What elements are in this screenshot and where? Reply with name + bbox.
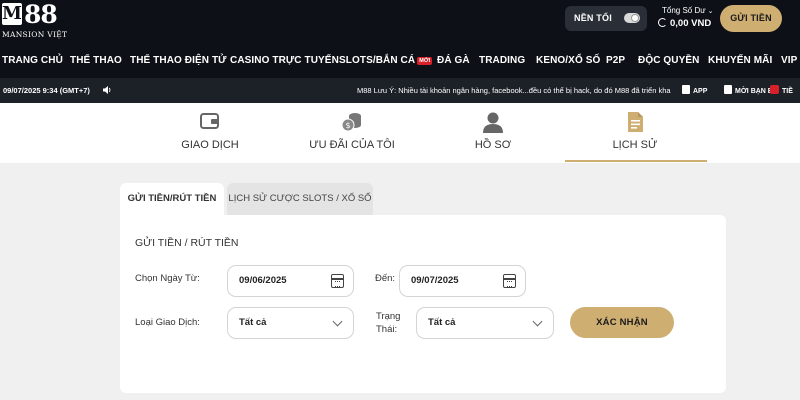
phone-icon xyxy=(682,85,690,94)
nav-item-vip[interactable]: VIP xyxy=(781,55,797,66)
tab-history[interactable]: LỊCH SỬ xyxy=(575,103,695,163)
invite-icon xyxy=(724,85,732,94)
ticker-more-label: TIỀ xyxy=(782,88,793,95)
speaker-icon xyxy=(103,86,111,94)
account-tabs: GIAO DỊCH $ ƯU ĐÃI CỦA TÔI HỒ SƠ LỊCH SỬ xyxy=(0,103,800,163)
wallet-icon xyxy=(200,113,219,129)
dark-mode-label: NỀN TỐI xyxy=(574,13,612,23)
status-select[interactable]: Tất cả xyxy=(416,307,554,339)
tab-transactions[interactable]: GIAO DỊCH xyxy=(150,103,270,163)
gift-icon xyxy=(770,85,779,94)
ticker-bar: 09/07/2025 9:34 (GMT+7) M88 Lưu Ý: Nhiều… xyxy=(0,78,800,103)
transaction-type-label: Loại Giao Dịch: xyxy=(135,317,200,328)
confirm-button[interactable]: XÁC NHẬN xyxy=(570,307,674,338)
calendar-icon[interactable] xyxy=(503,274,516,288)
to-date-value: 09/07/2025 xyxy=(411,275,459,286)
status-label-line2: Thái: xyxy=(376,324,398,335)
nav-item-trading[interactable]: TRADING xyxy=(479,55,525,66)
tab-my-offers[interactable]: $ ƯU ĐÃI CỦA TÔI xyxy=(292,103,412,163)
tab-profile[interactable]: HỒ SƠ xyxy=(433,103,553,163)
coins-icon: $ xyxy=(341,113,361,132)
new-badge: MỚI xyxy=(417,57,433,65)
subtab-bet-history[interactable]: LỊCH SỬ CƯỢC SLOTS / XỔ SỐ xyxy=(227,183,373,215)
from-date-value: 09/06/2025 xyxy=(239,275,287,286)
nav-item-cockfight[interactable]: ĐÁ GÀ xyxy=(437,55,470,66)
chevron-down-icon xyxy=(332,316,343,327)
to-date-label: Đến: xyxy=(375,273,396,284)
calendar-icon[interactable] xyxy=(331,274,344,288)
user-icon xyxy=(483,112,503,133)
balance-value-row: 0,00 VND xyxy=(658,18,711,29)
nav-item-p2p[interactable]: P2P xyxy=(606,55,625,66)
tab-my-offers-label: ƯU ĐÃI CỦA TÔI xyxy=(309,139,395,151)
active-tab-indicator xyxy=(565,160,707,162)
logo-subtitle: MANSION VIỆT xyxy=(2,30,68,39)
transaction-type-select[interactable]: Tất cả xyxy=(227,307,354,339)
nav-item-slots-label: SLOTS/BẮN CÁ xyxy=(339,55,416,66)
app-label: APP xyxy=(693,88,708,95)
status-label-line1: Trạng xyxy=(376,311,401,322)
ticker-datetime: 09/07/2025 9:34 (GMT+7) xyxy=(3,86,90,95)
logo-number: 88 xyxy=(24,0,58,29)
nav-item-sports[interactable]: THỂ THAO xyxy=(70,55,122,66)
nav-item-keno[interactable]: KENO/XỔ SỐ xyxy=(536,55,600,66)
page: M 88 MANSION VIỆT NỀN TỐI Tổng Số Dư ⌄ 0,… xyxy=(0,0,800,400)
to-date-input[interactable]: 09/07/2025 xyxy=(399,265,526,297)
chevron-down-icon xyxy=(532,316,543,327)
ticker-message: M88 Lưu Ý: Nhiều tài khoản ngân hàng, fa… xyxy=(357,86,671,95)
tab-profile-label: HỒ SƠ xyxy=(474,139,512,151)
main-nav: TRANG CHỦ THỂ THAO THỂ THAO ĐIỆN TỬ CASI… xyxy=(0,44,800,78)
nav-item-casino[interactable]: CASINO TRỰC TUYẾN xyxy=(230,55,339,66)
dark-mode-toggle[interactable]: NỀN TỐI xyxy=(565,6,647,31)
brand-logo[interactable]: M 88 MANSION VIỆT xyxy=(2,0,72,43)
from-date-label: Chọn Ngày Từ: xyxy=(135,273,200,284)
balance-value: 0,00 VND xyxy=(670,18,712,29)
balance-widget[interactable]: Tổng Số Dư ⌄ 0,00 VND xyxy=(656,6,714,36)
nav-item-esports[interactable]: THỂ THAO ĐIỆN TỬ xyxy=(130,55,227,66)
app-link[interactable]: APP xyxy=(682,85,707,95)
tab-history-label: LỊCH SỬ xyxy=(612,139,658,151)
nav-item-slots[interactable]: SLOTS/BẮN CÁ MỚI xyxy=(339,55,433,66)
status-value: Tất cả xyxy=(428,317,456,328)
svg-text:$: $ xyxy=(345,121,350,130)
dark-mode-switch[interactable] xyxy=(624,13,640,23)
nav-item-promotions[interactable]: KHUYẾN MÃI xyxy=(708,55,772,66)
top-bar: M 88 MANSION VIỆT NỀN TỐI Tổng Số Dư ⌄ 0,… xyxy=(0,0,800,44)
refresh-icon[interactable] xyxy=(658,18,667,27)
nav-item-home[interactable]: TRANG CHỦ xyxy=(2,55,63,66)
transaction-type-value: Tất cả xyxy=(239,317,267,328)
from-date-input[interactable]: 09/06/2025 xyxy=(227,265,354,297)
history-filter-card: GỬI TIỀN / RÚT TIỀN xyxy=(120,215,726,393)
subtab-deposit-withdraw[interactable]: GỬI TIỀN/RÚT TIỀN xyxy=(120,183,224,215)
card-title: GỬI TIỀN / RÚT TIỀN xyxy=(135,237,239,249)
deposit-button[interactable]: GỬI TIỀN xyxy=(720,5,782,32)
document-icon xyxy=(628,112,643,132)
switch-knob xyxy=(631,14,639,22)
balance-title: Tổng Số Dư xyxy=(662,6,706,15)
ticker-more-link[interactable]: TIỀ xyxy=(770,85,793,95)
tab-transactions-label: GIAO DỊCH xyxy=(181,139,239,151)
nav-item-exclusive[interactable]: ĐỘC QUYỀN xyxy=(638,55,699,66)
chevron-down-icon: ⌄ xyxy=(707,8,714,15)
balance-title-row: Tổng Số Dư ⌄ xyxy=(662,6,713,15)
logo-mark: M xyxy=(2,3,22,25)
